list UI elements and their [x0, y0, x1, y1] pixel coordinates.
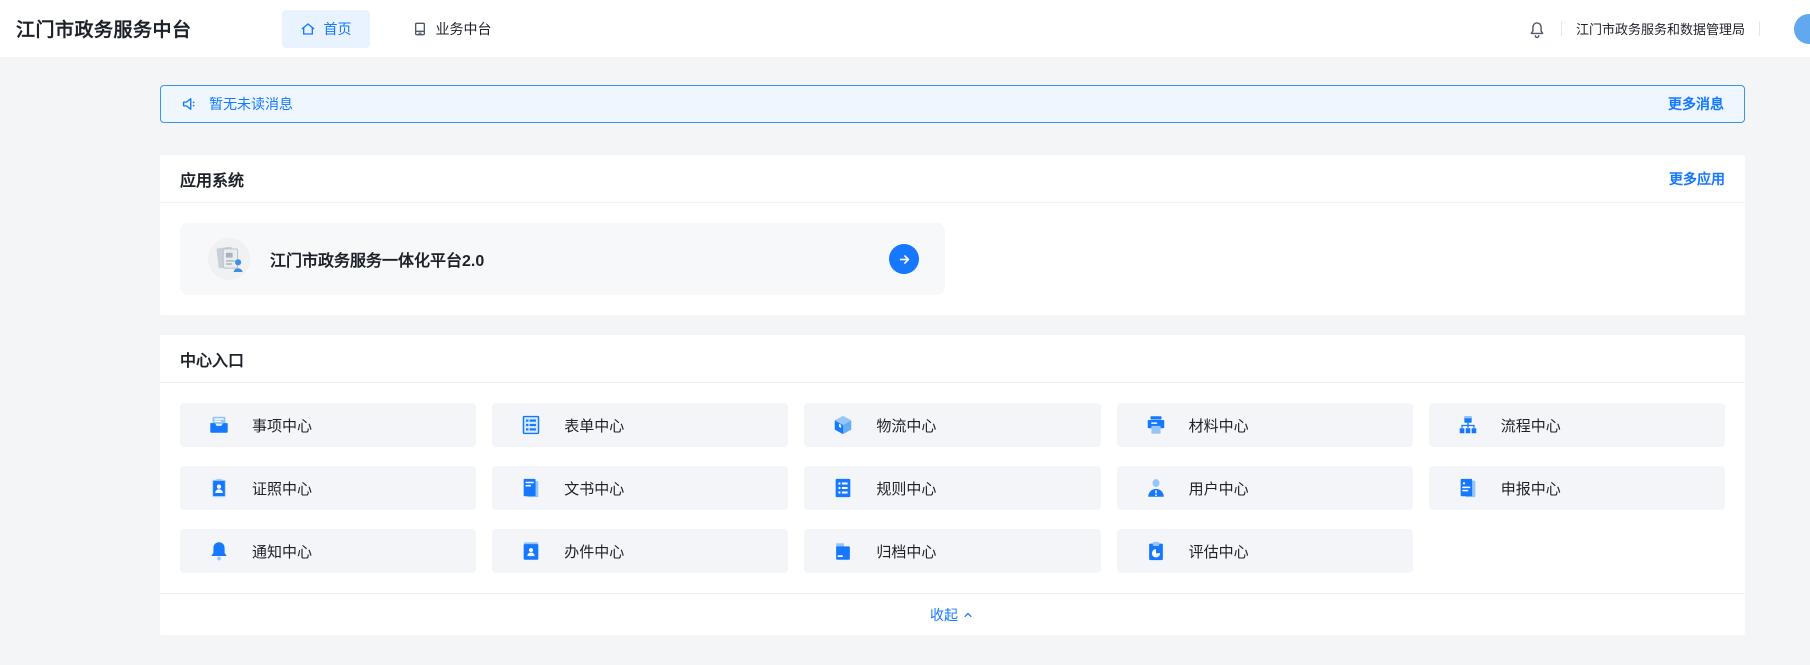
center-item[interactable]: 表单中心	[492, 403, 789, 447]
center-item[interactable]: 材料中心	[1116, 403, 1413, 447]
center-item[interactable]: 评估中心	[1116, 529, 1413, 573]
page-content: 暂无未读消息 更多消息 应用系统 更多应用 江门市政务服务一体化平台2.0 中心…	[160, 85, 1745, 635]
center-item-label: 事项中心	[252, 417, 313, 435]
case-icon	[520, 540, 542, 562]
notice-text: 暂无未读消息	[209, 96, 293, 112]
cube-icon	[832, 414, 854, 436]
center-item-label: 归档中心	[876, 543, 937, 561]
clipboard-icon	[1145, 540, 1167, 562]
center-item-label: 通知中心	[252, 543, 313, 561]
center-item-label: 物流中心	[876, 417, 937, 435]
platform-icon	[412, 21, 428, 37]
bell-filled-icon	[208, 540, 230, 562]
sitemap-icon	[1457, 414, 1479, 436]
center-item-label: 表单中心	[564, 417, 625, 435]
list-icon	[832, 477, 854, 499]
open-app-arrow-button[interactable]	[889, 244, 919, 274]
announcement-icon	[181, 95, 199, 113]
home-icon	[300, 21, 316, 37]
book-icon	[520, 477, 542, 499]
collapse-button[interactable]: 收起	[160, 593, 1745, 635]
org-name: 江门市政务服务和数据管理局	[1575, 22, 1745, 37]
center-item[interactable]: 规则中心	[804, 466, 1101, 510]
divider	[1560, 21, 1562, 36]
center-item-label: 办件中心	[564, 543, 625, 561]
center-item-label: 材料中心	[1188, 417, 1249, 435]
center-item[interactable]: 流程中心	[1428, 403, 1725, 447]
center-item[interactable]: 通知中心	[180, 529, 477, 573]
center-section-header: 中心入口	[160, 335, 1745, 383]
center-item[interactable]: 事项中心	[180, 403, 477, 447]
center-item[interactable]: 办件中心	[492, 529, 789, 573]
app-section-header: 应用系统 更多应用	[160, 155, 1745, 203]
center-item-label: 用户中心	[1188, 480, 1249, 498]
more-apps-link[interactable]: 更多应用	[1669, 169, 1725, 189]
app-section-title: 应用系统	[180, 172, 245, 190]
center-item-label: 证照中心	[252, 480, 313, 498]
id-badge-icon	[208, 477, 230, 499]
center-item[interactable]: 用户中心	[1116, 466, 1413, 510]
tab-business-platform[interactable]: 业务中台	[394, 10, 510, 48]
center-item[interactable]: 证照中心	[180, 466, 477, 510]
bell-icon[interactable]	[1527, 19, 1547, 39]
center-section-title: 中心入口	[180, 352, 245, 370]
user-avatar[interactable]	[1794, 14, 1810, 44]
app-illustration-icon	[206, 236, 252, 282]
center-item-label: 规则中心	[876, 480, 937, 498]
center-entry-section: 中心入口 事项中心 表单中心 物流中心 材料中心 流程中心 证照中心 文书中心 …	[160, 335, 1745, 635]
divider	[1759, 21, 1760, 36]
printer-icon	[1145, 414, 1167, 436]
folder-icon	[832, 540, 854, 562]
main-nav: 首页 业务中台	[281, 9, 510, 48]
center-item[interactable]: 申报中心	[1428, 466, 1725, 510]
center-item[interactable]: 归档中心	[804, 529, 1101, 573]
more-messages-link[interactable]: 更多消息	[1668, 94, 1724, 114]
inbox-icon	[208, 414, 230, 436]
notice-bar[interactable]: 暂无未读消息 更多消息	[160, 85, 1745, 123]
center-item-label: 申报中心	[1500, 480, 1561, 498]
center-item[interactable]: 文书中心	[492, 466, 789, 510]
center-item-label: 流程中心	[1500, 417, 1561, 435]
app-system-section: 应用系统 更多应用 江门市政务服务一体化平台2.0	[160, 155, 1745, 315]
center-item-label: 文书中心	[564, 480, 625, 498]
brand-title: 江门市政务服务中台	[16, 20, 192, 41]
user-icon	[1145, 477, 1167, 499]
center-item-label: 评估中心	[1188, 543, 1249, 561]
report-icon	[1457, 477, 1479, 499]
center-item[interactable]: 物流中心	[804, 403, 1101, 447]
collapse-label: 收起	[930, 606, 958, 623]
tab-business-label: 业务中台	[435, 20, 492, 37]
form-icon	[520, 414, 542, 436]
center-grid: 事项中心 表单中心 物流中心 材料中心 流程中心 证照中心 文书中心 规则中心 …	[160, 383, 1745, 593]
app-section-body: 江门市政务服务一体化平台2.0	[160, 203, 1745, 315]
app-name: 江门市政务服务一体化平台2.0	[270, 253, 485, 270]
tab-home[interactable]: 首页	[281, 9, 370, 48]
header-right: 江门市政务服务和数据管理局	[1527, 19, 1794, 39]
tab-home-label: 首页	[323, 20, 352, 37]
chevron-up-icon	[961, 608, 975, 622]
app-card-platform-2.0[interactable]: 江门市政务服务一体化平台2.0	[180, 223, 945, 295]
top-header: 江门市政务服务中台 首页 业务中台 江门市政务服务和数据管理局	[0, 0, 1810, 57]
